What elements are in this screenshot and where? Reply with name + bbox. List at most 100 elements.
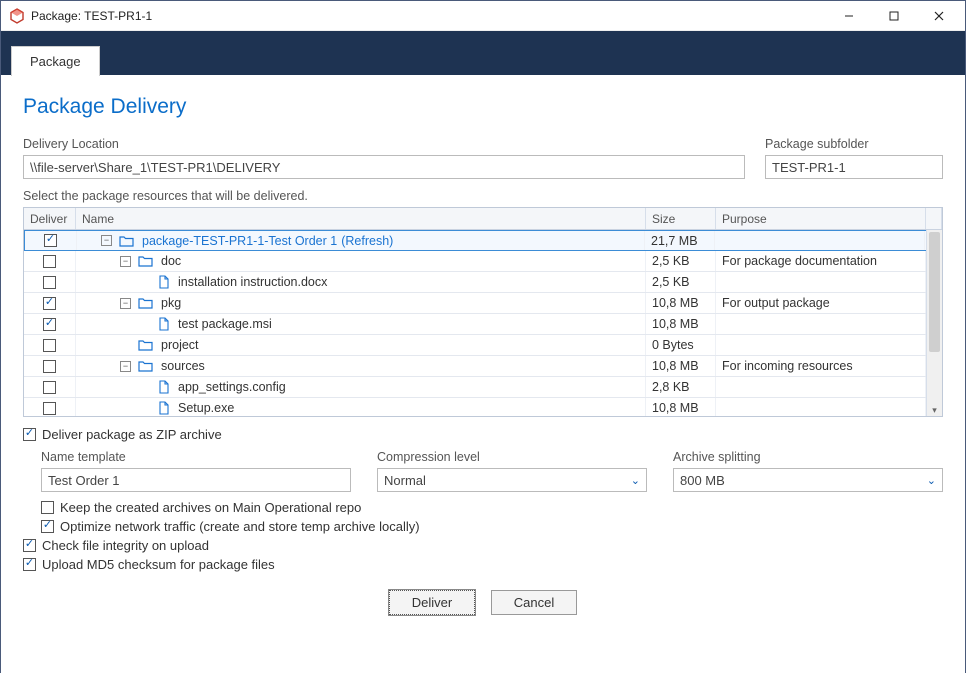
refresh-link[interactable]: (Refresh) bbox=[341, 234, 393, 248]
page-title: Package Delivery bbox=[23, 95, 943, 119]
tree-toggle[interactable]: − bbox=[120, 256, 131, 267]
row-purpose bbox=[716, 377, 926, 397]
resource-grid: Deliver Name Size Purpose −package-TEST-… bbox=[23, 207, 943, 417]
archive-splitting-select[interactable]: 800 MB ⌄ bbox=[673, 468, 943, 492]
row-deliver-checkbox[interactable] bbox=[43, 381, 56, 394]
file-icon bbox=[158, 401, 170, 415]
deliver-button[interactable]: Deliver bbox=[389, 590, 475, 615]
row-purpose bbox=[716, 398, 926, 416]
tab-package[interactable]: Package bbox=[11, 46, 100, 76]
optimize-traffic-checkbox[interactable] bbox=[41, 520, 54, 533]
table-row[interactable]: − package-TEST-PR1-1-Test Order 1 (Refres… bbox=[24, 230, 942, 251]
grid-label: Select the package resources that will b… bbox=[23, 189, 943, 203]
close-button[interactable] bbox=[916, 2, 961, 30]
grid-body: −package-TEST-PR1-1-Test Order 1 (Refres… bbox=[24, 230, 942, 416]
row-size: 10,8 MB bbox=[646, 356, 716, 376]
chevron-down-icon: ⌄ bbox=[927, 474, 936, 487]
grid-scrollbar[interactable]: ▾ bbox=[926, 230, 942, 416]
row-purpose bbox=[716, 272, 926, 292]
grid-header: Deliver Name Size Purpose bbox=[24, 208, 942, 230]
folder-icon bbox=[138, 255, 153, 267]
folder-icon bbox=[138, 339, 153, 351]
row-deliver-checkbox[interactable] bbox=[43, 339, 56, 352]
row-deliver-checkbox[interactable] bbox=[43, 297, 56, 310]
row-deliver-checkbox[interactable] bbox=[43, 318, 56, 331]
row-purpose bbox=[716, 314, 926, 334]
row-name: pkg bbox=[161, 296, 181, 310]
table-row[interactable]: − doc 2,5 KBFor package documentation bbox=[24, 251, 942, 272]
zip-label: Deliver package as ZIP archive bbox=[42, 427, 222, 442]
row-size: 10,8 MB bbox=[646, 398, 716, 416]
row-name: installation instruction.docx bbox=[178, 275, 327, 289]
md5-label: Upload MD5 checksum for package files bbox=[42, 557, 275, 572]
name-template-label: Name template bbox=[41, 450, 351, 464]
row-purpose: For package documentation bbox=[716, 251, 926, 271]
row-purpose bbox=[715, 231, 925, 250]
file-icon bbox=[158, 275, 170, 289]
table-row[interactable]: Setup.exe 10,8 MB bbox=[24, 398, 942, 416]
chevron-down-icon: ⌄ bbox=[631, 474, 640, 487]
keep-archives-checkbox[interactable] bbox=[41, 501, 54, 514]
header-size[interactable]: Size bbox=[646, 208, 716, 229]
table-row[interactable]: project0 Bytes bbox=[24, 335, 942, 356]
zip-checkbox[interactable] bbox=[23, 428, 36, 441]
app-icon bbox=[9, 8, 25, 24]
window-title: Package: TEST-PR1-1 bbox=[31, 9, 826, 23]
folder-icon bbox=[138, 297, 153, 309]
row-purpose bbox=[716, 335, 926, 355]
row-purpose: For output package bbox=[716, 293, 926, 313]
row-deliver-checkbox[interactable] bbox=[43, 276, 56, 289]
keep-archives-label: Keep the created archives on Main Operat… bbox=[60, 500, 361, 515]
header-scroll-gap bbox=[926, 208, 942, 229]
content-area: Package Delivery Delivery Location Packa… bbox=[1, 75, 965, 674]
optimize-traffic-label: Optimize network traffic (create and sto… bbox=[60, 519, 420, 534]
scrollbar-down-arrow[interactable]: ▾ bbox=[927, 403, 942, 416]
folder-icon bbox=[138, 360, 153, 372]
row-deliver-checkbox[interactable] bbox=[43, 402, 56, 415]
options-block: Deliver package as ZIP archive Name temp… bbox=[23, 427, 943, 572]
md5-checkbox[interactable] bbox=[23, 558, 36, 571]
row-name: package-TEST-PR1-1-Test Order 1 bbox=[142, 234, 337, 248]
row-size: 2,5 KB bbox=[646, 251, 716, 271]
delivery-location-label: Delivery Location bbox=[23, 137, 745, 151]
row-deliver-checkbox[interactable] bbox=[43, 255, 56, 268]
header-purpose[interactable]: Purpose bbox=[716, 208, 926, 229]
maximize-button[interactable] bbox=[871, 2, 916, 30]
delivery-location-input[interactable] bbox=[23, 155, 745, 179]
row-name: doc bbox=[161, 254, 181, 268]
package-subfolder-input[interactable] bbox=[765, 155, 943, 179]
table-row[interactable]: −sources10,8 MBFor incoming resources bbox=[24, 356, 942, 377]
row-deliver-checkbox[interactable] bbox=[43, 360, 56, 373]
table-row[interactable]: app_settings.config 2,8 KB bbox=[24, 377, 942, 398]
row-size: 2,5 KB bbox=[646, 272, 716, 292]
header-deliver[interactable]: Deliver bbox=[24, 208, 76, 229]
package-subfolder-label: Package subfolder bbox=[765, 137, 943, 151]
table-row[interactable]: −pkg10,8 MBFor output package bbox=[24, 293, 942, 314]
header-name[interactable]: Name bbox=[76, 208, 646, 229]
integrity-checkbox[interactable] bbox=[23, 539, 36, 552]
titlebar: Package: TEST-PR1-1 bbox=[1, 1, 965, 31]
file-icon bbox=[158, 380, 170, 394]
minimize-button[interactable] bbox=[826, 2, 871, 30]
tree-toggle[interactable]: − bbox=[120, 298, 131, 309]
name-template-input[interactable] bbox=[41, 468, 351, 492]
row-size: 0 Bytes bbox=[646, 335, 716, 355]
row-size: 2,8 KB bbox=[646, 377, 716, 397]
folder-icon bbox=[119, 235, 134, 247]
tree-toggle[interactable]: − bbox=[120, 361, 131, 372]
row-name: app_settings.config bbox=[178, 380, 286, 394]
row-deliver-checkbox[interactable] bbox=[44, 234, 57, 247]
file-icon bbox=[158, 317, 170, 331]
row-name: test package.msi bbox=[178, 317, 272, 331]
compression-level-label: Compression level bbox=[377, 450, 647, 464]
row-purpose: For incoming resources bbox=[716, 356, 926, 376]
compression-level-value: Normal bbox=[384, 473, 426, 488]
compression-level-select[interactable]: Normal ⌄ bbox=[377, 468, 647, 492]
cancel-button[interactable]: Cancel bbox=[491, 590, 577, 615]
tree-toggle[interactable]: − bbox=[101, 235, 112, 246]
scrollbar-thumb[interactable] bbox=[929, 232, 940, 352]
table-row[interactable]: test package.msi10,8 MB bbox=[24, 314, 942, 335]
row-name: Setup.exe bbox=[178, 401, 234, 415]
table-row[interactable]: installation instruction.docx 2,5 KB bbox=[24, 272, 942, 293]
archive-splitting-value: 800 MB bbox=[680, 473, 725, 488]
